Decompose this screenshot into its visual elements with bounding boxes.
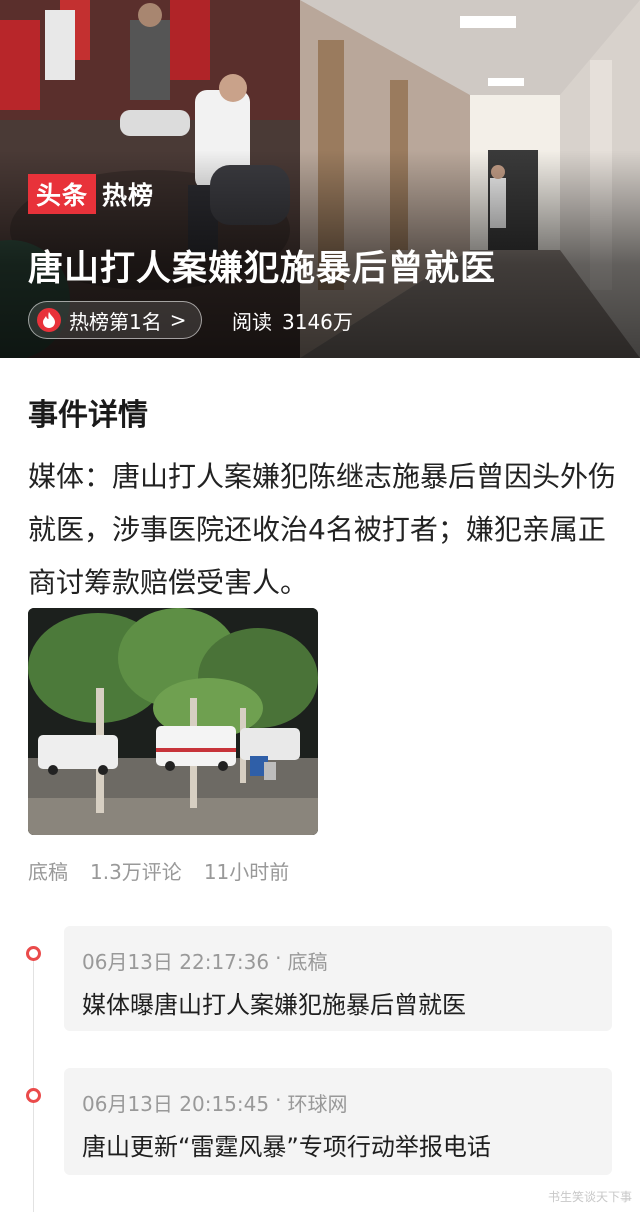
meta-source[interactable]: 底稿 [28,856,68,885]
read-count: 阅读 3146万 [232,301,353,339]
hot-rank-label: 热榜第1名 [69,309,162,334]
watermark: 书生笑谈天下事 [547,1190,632,1204]
timeline-item[interactable]: 06月13日 20:15:45 · 环球网 唐山更新“雷霆风暴”专项行动举报电话 [64,1068,612,1175]
meta-comments[interactable]: 1.3万评论 [90,856,182,885]
fire-icon [37,308,61,332]
meta-time: 11小时前 [203,860,290,884]
hot-rank-chip[interactable]: 热榜第1名 > [28,301,202,339]
timeline-headline[interactable]: 唐山更新“雷霆风暴”专项行动举报电话 [82,1127,594,1162]
timeline-source: 环球网 [287,1092,348,1116]
event-summary: 媒体：唐山打人案嫌犯陈继志施暴后曾因头外伤就医，涉事医院还收治4名被打者；嫌犯亲… [28,460,617,599]
read-value: 3146万 [282,309,353,334]
read-label: 阅读 [232,309,272,334]
timeline-meta: 06月13日 20:15:45 · 环球网 [82,1088,594,1117]
timeline-line [33,960,34,1212]
timeline-datetime: 06月13日 22:17:36 [82,950,270,974]
event-photo[interactable] [28,608,318,835]
timeline-source: 底稿 [287,950,328,974]
timeline-separator: · [275,946,282,970]
night-street-image [28,608,318,835]
brand-logo: 头条 热榜 [28,174,160,214]
chevron-right-icon: > [169,308,187,332]
timeline-meta: 06月13日 22:17:36 · 底稿 [82,946,594,975]
article-meta: 底稿 1.3万评论 11小时前 [28,856,289,885]
timeline-item[interactable]: 06月13日 22:17:36 · 底稿 媒体曝唐山打人案嫌犯施暴后曾就医 [64,926,612,1031]
timeline-datetime: 06月13日 20:15:45 [82,1092,270,1116]
hero-title: 唐山打人案嫌犯施暴后曾就医 [28,249,497,289]
timeline-separator: · [275,1088,282,1112]
timeline-headline[interactable]: 媒体曝唐山打人案嫌犯施暴后曾就医 [82,985,594,1020]
brand-hotlist: 热榜 [102,181,155,210]
timeline-dot [26,946,41,961]
timeline-dot [26,1088,41,1103]
section-title: 事件详情 [28,398,148,433]
brand-toutiao: 头条 [28,174,97,214]
hero-banner[interactable]: 头条 热榜 唐山打人案嫌犯施暴后曾就医 热榜第1名 > 阅读 3146万 [0,0,640,358]
